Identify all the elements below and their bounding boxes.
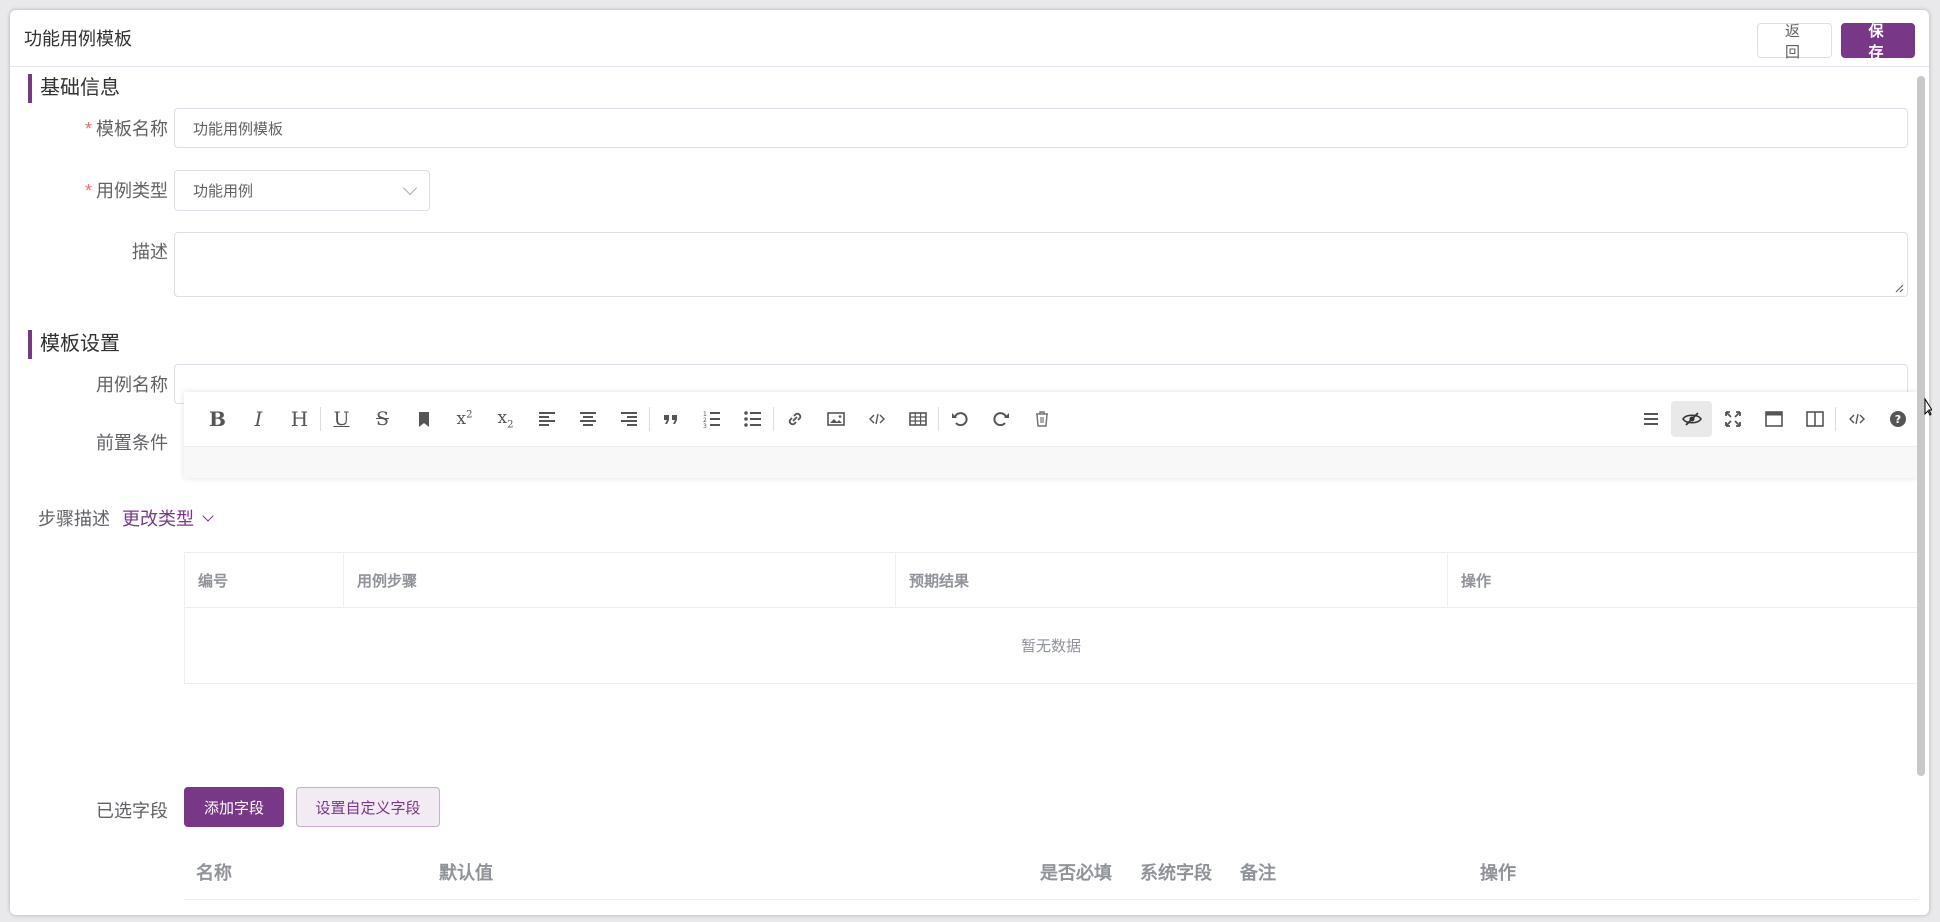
selected-fields-label: 已选字段 [96,801,168,821]
undo-icon[interactable] [939,401,980,437]
svg-text:?: ? [1894,413,1900,426]
bookmark-icon[interactable] [403,401,444,437]
header-actions: 返 回 保 存 [1757,23,1915,61]
trash-icon[interactable] [1021,401,1062,437]
preview-toggle-icon[interactable] [1671,401,1712,437]
align-left-icon[interactable] [526,401,567,437]
column-header-remark: 备注 [1240,863,1276,883]
underline-icon[interactable]: U [321,401,362,437]
editor-body[interactable] [184,446,1918,478]
editor-toolbar: B I H U S x2 x2 123 ? [184,392,1918,446]
split-view-icon[interactable] [1794,401,1835,437]
table-icon[interactable] [897,401,938,437]
chevron-down-icon [402,180,418,196]
svg-text:3: 3 [703,423,707,429]
precondition-editor[interactable]: B I H U S x2 x2 123 ? [184,392,1918,478]
back-button[interactable]: 返 回 [1757,23,1832,61]
precondition-label: 前置条件 [96,433,168,453]
template-editor-card: 功能用例模板 返 回 保 存 基础信息 * 模板名称 功能用例模板 * 用例类型 功… [10,10,1929,915]
unordered-list-icon[interactable] [732,401,773,437]
help-icon[interactable]: ? [1877,401,1918,437]
mouse-cursor-icon [1924,398,1932,416]
section-title-template-settings: 模板设置 [28,330,120,359]
window-icon[interactable] [1753,401,1794,437]
template-name-input[interactable]: 功能用例模板 [174,108,1908,148]
description-label: 描述 [132,242,168,262]
case-type-value: 功能用例 [193,183,254,200]
steps-label: 步骤描述 [38,509,110,529]
image-icon[interactable] [815,401,856,437]
chevron-down-icon [202,510,214,522]
resize-handle-icon[interactable] [1894,283,1904,293]
subscript-icon[interactable]: x2 [485,401,526,437]
empty-placeholder: 暂无数据 [1020,638,1081,655]
superscript-icon[interactable]: x2 [444,401,485,437]
column-header-required: 是否必填 [1040,863,1112,883]
section-title-basic-info: 基础信息 [28,74,120,103]
save-button[interactable]: 保 存 [1841,23,1915,61]
strikethrough-icon[interactable]: S [362,401,403,437]
html-code-icon[interactable] [1836,401,1877,437]
column-header-step: 用例步骤 [344,553,896,607]
align-center-icon[interactable] [567,401,608,437]
column-header-number: 编号 [185,553,344,607]
vertical-scrollbar[interactable] [1917,76,1925,776]
italic-icon[interactable]: I [238,401,279,437]
fullscreen-icon[interactable] [1712,401,1753,437]
column-header-system: 系统字段 [1140,863,1212,883]
description-textarea[interactable] [174,232,1908,297]
column-header-expected: 预期结果 [896,553,1448,607]
code-icon[interactable] [856,401,897,437]
page-header: 功能用例模板 返 回 保 存 [10,10,1929,67]
add-field-button[interactable]: 添加字段 [184,787,284,827]
custom-field-button[interactable]: 设置自定义字段 [296,787,440,827]
required-mark: * [84,119,92,139]
change-type-dropdown[interactable]: 更改类型 [122,505,214,531]
required-mark: * [84,181,92,201]
case-type-select[interactable]: 功能用例 [174,170,430,211]
editor-toolbar-right: ? [1630,392,1918,446]
table-divider [184,899,1918,900]
quote-icon[interactable] [650,401,691,437]
header-icon[interactable]: H [279,401,320,437]
redo-icon[interactable] [980,401,1021,437]
link-icon[interactable] [774,401,815,437]
column-header-default: 默认值 [439,863,493,883]
steps-table-header: 编号 用例步骤 预期结果 操作 [185,553,1917,608]
template-name-label: * 模板名称 [84,119,168,139]
steps-table: 编号 用例步骤 预期结果 操作 暂无数据 [184,552,1918,684]
case-type-label: * 用例类型 [84,181,168,201]
column-header-operation: 操作 [1480,863,1516,883]
fields-table: 名称 默认值 是否必填 系统字段 备注 操作 [184,856,1918,915]
column-header-name: 名称 [196,863,232,883]
column-header-actions: 操作 [1461,572,1492,590]
align-right-icon[interactable] [608,401,649,437]
change-type-label: 更改类型 [122,509,194,529]
bold-icon[interactable]: B [197,401,238,437]
menu-icon[interactable] [1630,401,1671,437]
ordered-list-icon[interactable]: 123 [691,401,732,437]
page-title: 功能用例模板 [24,29,132,49]
case-name-label: 用例名称 [96,375,168,395]
